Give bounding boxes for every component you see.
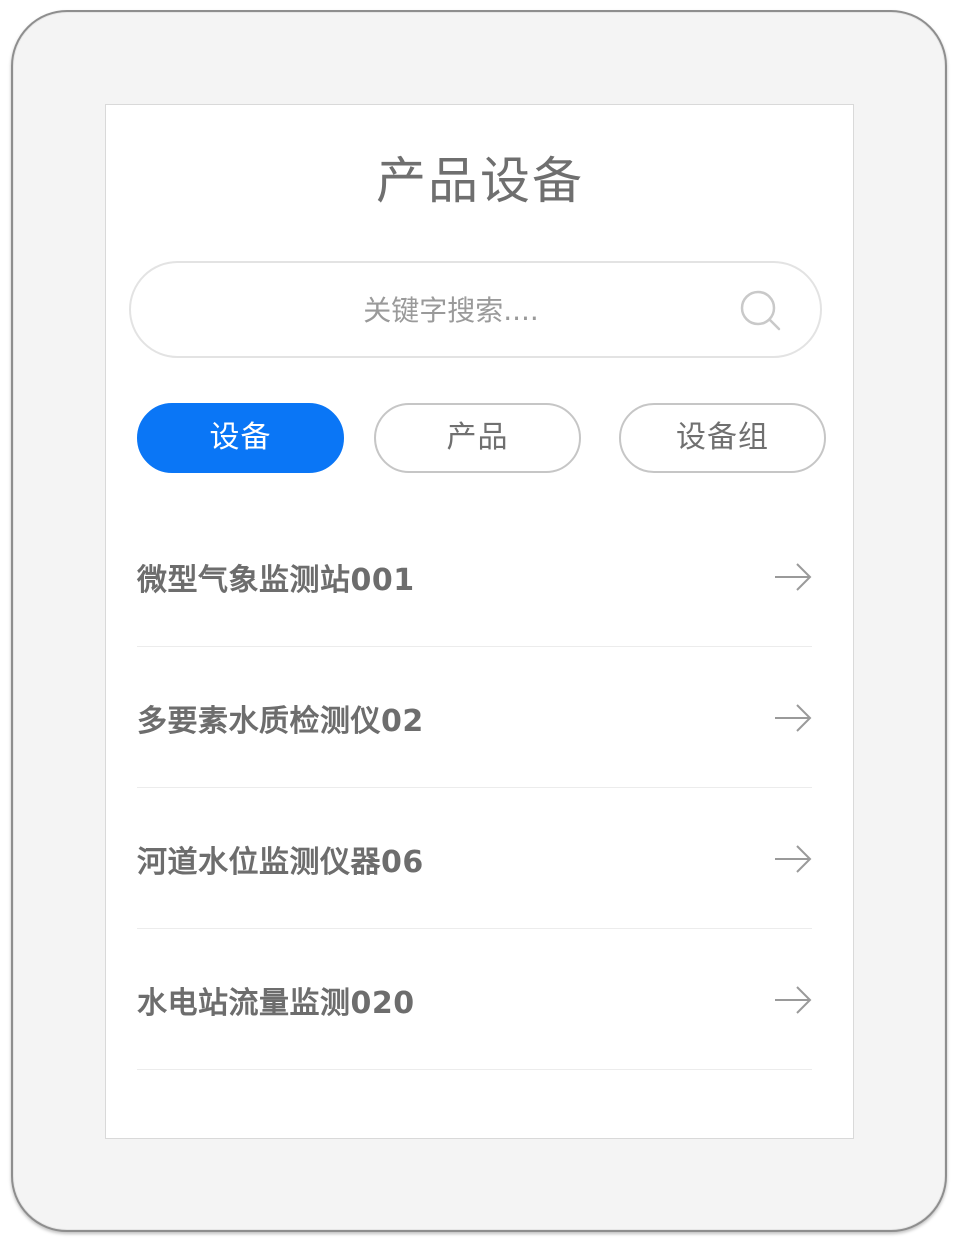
list-item[interactable]: 河道水位监测仪器06: [137, 789, 812, 929]
search-bar[interactable]: [129, 261, 822, 358]
search-input[interactable]: [171, 277, 731, 343]
page-title: 产品设备: [376, 152, 584, 210]
tab-device[interactable]: 设备: [137, 403, 344, 473]
device-name: 多要素水质检测仪02: [137, 703, 424, 739]
arrow-right-icon: [775, 703, 812, 732]
list-item[interactable]: 水电站流量监测020: [137, 930, 812, 1070]
search-icon[interactable]: [739, 289, 783, 333]
arrow-right-icon: [775, 562, 812, 591]
list-item[interactable]: 多要素水质检测仪02: [137, 648, 812, 788]
device-name: 水电站流量监测020: [137, 985, 415, 1021]
device-name: 微型气象监测站001: [137, 562, 415, 598]
arrow-right-icon: [775, 844, 812, 873]
list-item[interactable]: 微型气象监测站001: [137, 507, 812, 647]
tab-product[interactable]: 产品: [374, 403, 581, 473]
device-name: 河道水位监测仪器06: [137, 844, 424, 880]
tab-device-group[interactable]: 设备组: [619, 403, 826, 473]
arrow-right-icon: [775, 985, 812, 1014]
